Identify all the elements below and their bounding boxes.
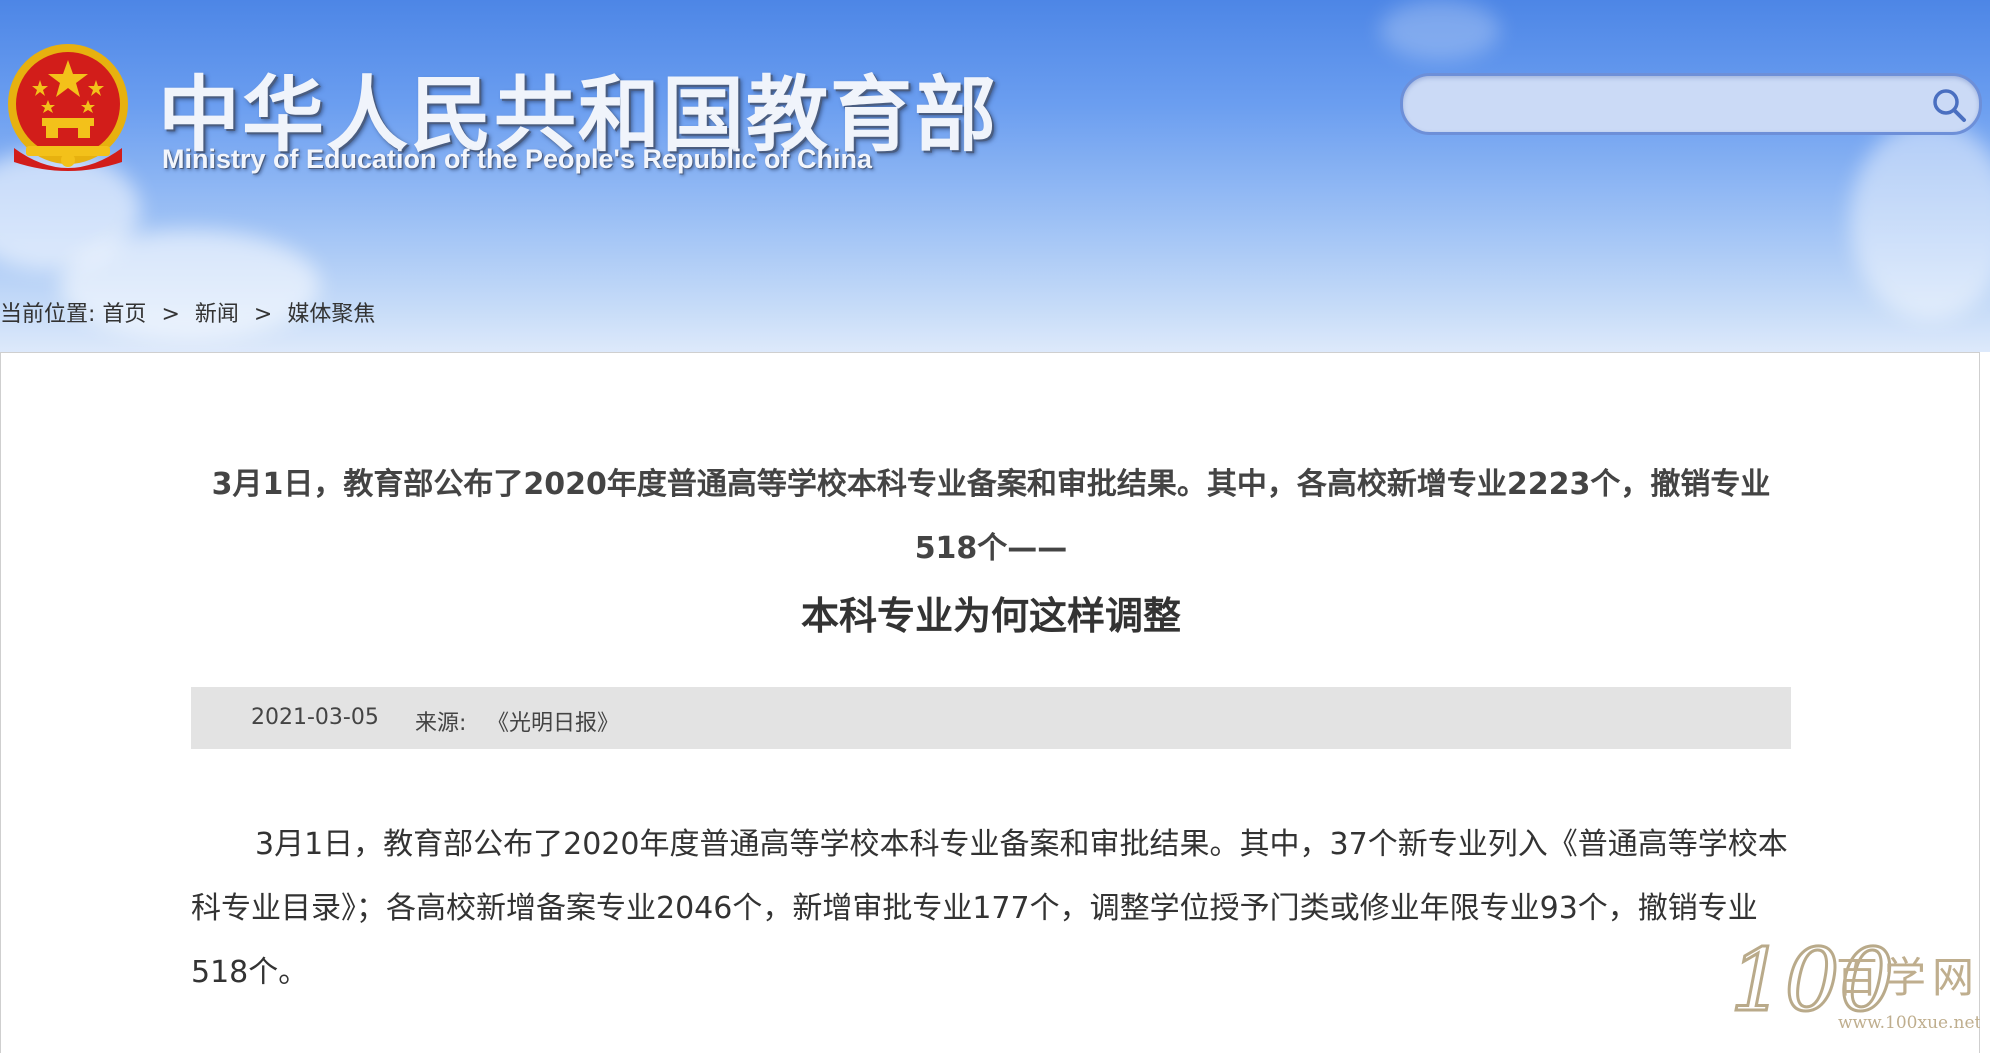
article-meta-bar: 2021-03-05 来源: 《光明日报》 <box>191 687 1791 749</box>
search-icon[interactable] <box>1929 85 1969 125</box>
breadcrumb: 当前位置: 首页 > 新闻 > 媒体聚焦 <box>0 296 375 328</box>
search-box <box>1400 73 1982 135</box>
breadcrumb-home-link[interactable]: 首页 <box>102 302 146 327</box>
watermark-name: 百学网 <box>1836 953 1980 1002</box>
article-container: 3月1日，教育部公布了2020年度普通高等学校本科专业备案和审批结果。其中，各高… <box>0 352 1980 1053</box>
site-title-english: Ministry of Education of the People's Re… <box>162 144 872 174</box>
cloud-decoration <box>1850 120 1990 320</box>
national-emblem-icon <box>8 44 128 171</box>
cloud-decoration <box>1380 0 1500 60</box>
site-header: 中华人民共和国教育部 Ministry of Education of the … <box>0 0 1990 352</box>
watermark-logo: 100 百学网 www.100xue.net <box>1730 930 1980 1034</box>
breadcrumb-separator: > <box>253 302 273 327</box>
breadcrumb-prefix: 当前位置: <box>0 302 96 327</box>
breadcrumb-news-link[interactable]: 新闻 <box>195 302 239 327</box>
article-lead: 3月1日，教育部公布了2020年度普通高等学校本科专业备案和审批结果。其中，各高… <box>211 467 1771 566</box>
article-paragraph: 3月1日，教育部公布了2020年度普通高等学校本科专业备案和审批结果。其中，37… <box>191 827 1788 990</box>
article-source: 《光明日报》 <box>487 711 620 736</box>
article-title: 本科专业为何这样调整 <box>800 594 1181 638</box>
breadcrumb-media-focus-link[interactable]: 媒体聚焦 <box>287 302 375 327</box>
breadcrumb-separator: > <box>161 302 180 327</box>
article-date: 2021-03-05 <box>251 705 379 730</box>
watermark-url: www.100xue.net <box>1838 1013 1980 1033</box>
article-source-label: 来源: <box>415 711 467 736</box>
search-input[interactable] <box>1427 84 1901 124</box>
